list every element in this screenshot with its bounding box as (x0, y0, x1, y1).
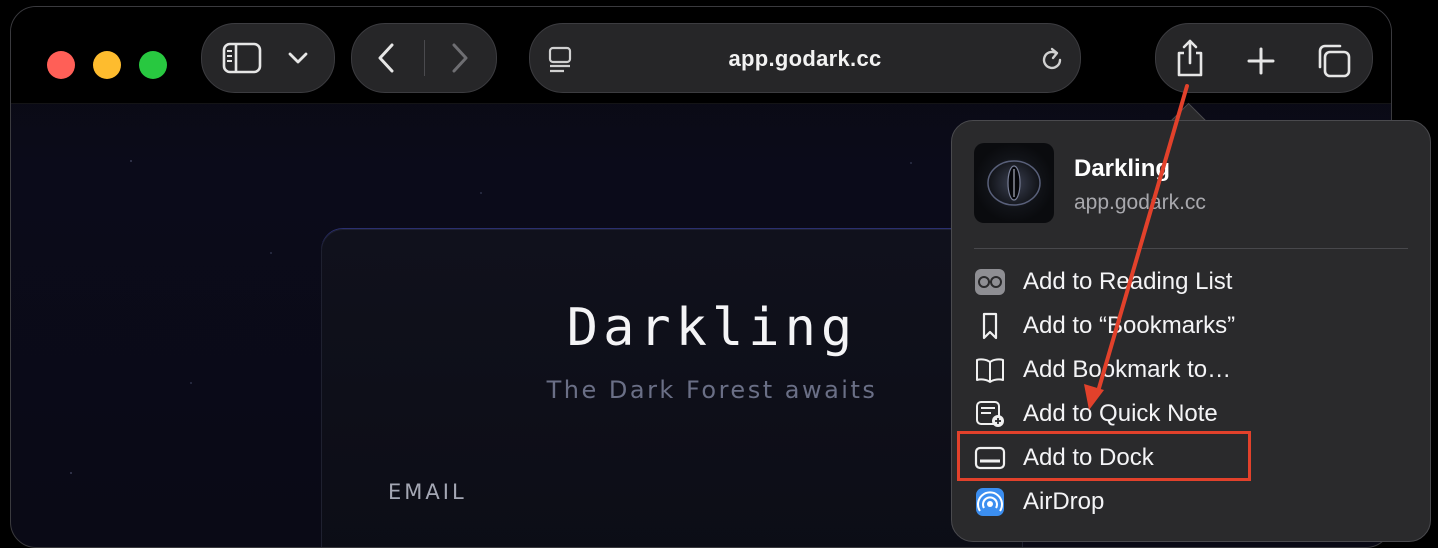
toolbar: app.godark.cc (11, 7, 1391, 104)
quick-note-icon (976, 401, 1004, 427)
chevron-down-icon[interactable] (286, 49, 310, 67)
nav-divider (424, 40, 425, 76)
menu-divider (974, 248, 1408, 249)
menu-item-add-to-reading-list[interactable]: Add to Reading List (952, 260, 1430, 304)
email-label: EMAIL (388, 480, 467, 504)
close-button[interactable] (47, 51, 75, 79)
bookmark-icon (982, 312, 998, 340)
forward-icon[interactable] (448, 42, 472, 74)
tab-overview-icon[interactable] (1316, 43, 1352, 79)
menu-item-airdrop[interactable]: AirDrop (952, 480, 1430, 524)
menu-item-label: Add to Reading List (1023, 268, 1233, 295)
navigation-control (351, 23, 497, 93)
back-icon[interactable] (374, 42, 398, 74)
actions-control (1155, 23, 1373, 93)
sidebar-control (201, 23, 335, 93)
menu-item-label: Add to Quick Note (1023, 400, 1218, 427)
reading-list-icon (975, 269, 1005, 295)
zoom-button[interactable] (139, 51, 167, 79)
menu-item-add-to-quick-note[interactable]: Add to Quick Note (952, 392, 1430, 436)
site-url: app.godark.cc (1074, 191, 1206, 214)
new-tab-icon[interactable] (1246, 46, 1276, 76)
menu-item-label: Add to “Bookmarks” (1023, 312, 1236, 339)
sidebar-icon[interactable] (222, 41, 262, 75)
url-text[interactable]: app.godark.cc (530, 46, 1080, 72)
site-thumbnail (974, 143, 1054, 223)
airdrop-icon (976, 488, 1004, 516)
book-icon (976, 358, 1004, 383)
menu-item-label: AirDrop (1023, 488, 1105, 515)
reload-icon[interactable] (1038, 46, 1066, 74)
site-name: Darkling (1074, 155, 1171, 182)
menu-item-add-bookmark-to[interactable]: Add Bookmark to… (952, 348, 1430, 392)
menu-item-add-to-bookmarks[interactable]: Add to “Bookmarks” (952, 304, 1430, 348)
share-icon[interactable] (1174, 38, 1206, 78)
annotation-highlight-box (957, 431, 1251, 481)
address-bar[interactable]: app.godark.cc (529, 23, 1081, 93)
minimize-button[interactable] (93, 51, 121, 79)
menu-item-label: Add Bookmark to… (1023, 356, 1232, 383)
login-card: Darkling The Dark Forest awaits EMAIL (321, 229, 1023, 547)
